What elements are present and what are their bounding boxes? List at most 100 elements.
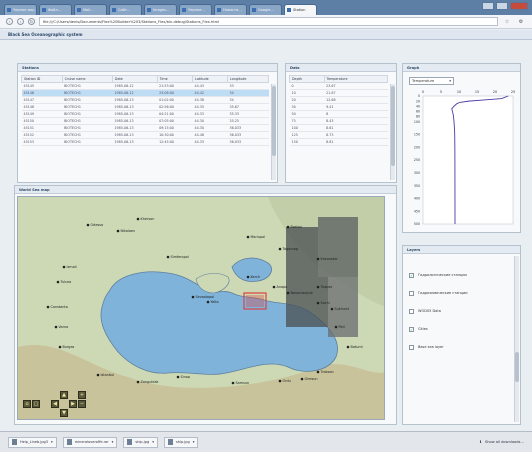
- browser-tab[interactable]: Черное…: [179, 4, 212, 15]
- pan-down-icon[interactable]: ▼: [60, 409, 68, 417]
- layer-checkbox[interactable]: [409, 290, 414, 296]
- data-row[interactable]: 150 8.81: [289, 138, 388, 146]
- browser-tab[interactable]: Station: [284, 4, 317, 15]
- layer-item[interactable]: WOD05 Data: [403, 302, 520, 320]
- data-row[interactable]: 0 23.67: [289, 82, 388, 90]
- data-column-header[interactable]: Depth: [289, 75, 325, 83]
- y-tick-label: 80: [416, 115, 420, 119]
- pan-right-icon[interactable]: ▶: [69, 400, 77, 408]
- parameter-select[interactable]: Temperature ▾: [409, 77, 454, 85]
- layer-checkbox[interactable]: ✓: [409, 272, 414, 278]
- wrench-icon[interactable]: ⚙: [516, 18, 526, 26]
- stations-column-header[interactable]: Latitude: [192, 75, 229, 83]
- station-cell: 45146: [21, 89, 63, 97]
- city-marker[interactable]: Simferopol: [166, 255, 189, 259]
- stations-column-header[interactable]: Cruise name: [61, 75, 113, 83]
- city-label: Varna: [59, 325, 69, 329]
- city-marker[interactable]: Krasnodar: [316, 257, 339, 261]
- chevron-down-icon[interactable]: ▾: [193, 440, 195, 444]
- city-marker[interactable]: Constanta: [46, 305, 68, 309]
- browser-tab[interactable]: Mail…: [74, 4, 107, 15]
- city-marker[interactable]: Sevastopol: [191, 295, 215, 299]
- city-marker[interactable]: Zonguldak: [136, 380, 159, 384]
- layer-checkbox[interactable]: [409, 308, 414, 314]
- pan-up-icon[interactable]: ▲: [60, 391, 68, 399]
- station-row[interactable]: 45150 BIOTECH1 1985-06-13 07:05:00 44.30 35.2…: [21, 117, 269, 125]
- city-marker[interactable]: Novorossiysk: [286, 291, 313, 295]
- station-row[interactable]: 45148 BIOTECH1 1985-06-13 02:56:00 44.35 35.6…: [21, 103, 269, 111]
- data-row[interactable]: 50 8: [289, 110, 388, 118]
- data-row[interactable]: 30 9.41: [289, 103, 388, 111]
- maximize-button[interactable]: [496, 2, 508, 10]
- zoom-out-icon[interactable]: −: [78, 400, 86, 408]
- minimize-button[interactable]: [482, 2, 494, 10]
- browser-tab[interactable]: Черное мор…: [4, 4, 37, 15]
- stations-column-header[interactable]: Time: [156, 75, 194, 83]
- data-row[interactable]: 10 21.87: [289, 89, 388, 97]
- browser-tab[interactable]: Новости…: [214, 4, 247, 15]
- browser-tab[interactable]: Google…: [249, 4, 282, 15]
- close-window-button[interactable]: [510, 2, 528, 10]
- layer-item[interactable]: ✓ Гидрологические станции: [403, 266, 520, 284]
- tab-favicon-icon: [287, 8, 291, 12]
- show-all-downloads-link[interactable]: ⬇ Show all downloads…: [479, 440, 524, 444]
- stations-column-header[interactable]: Station ID: [21, 75, 63, 83]
- star-icon[interactable]: ☆: [502, 18, 512, 26]
- pan-left-icon[interactable]: ◀: [51, 400, 59, 408]
- layers-scrollbar[interactable]: [514, 256, 519, 422]
- station-row[interactable]: 45147 BIOTECH1 1985-06-13 01:02:00 44.38 34: [21, 96, 269, 104]
- layers-panel-title: Layers: [403, 246, 520, 254]
- data-row[interactable]: 125 8.73: [289, 131, 388, 139]
- station-row[interactable]: 45146 BIOTECH1 1985-06-12 23:08:00 44.42 34: [21, 89, 269, 97]
- back-icon[interactable]: ‹: [6, 18, 13, 25]
- tab-label: Mail…: [83, 8, 94, 12]
- stations-scrollbar[interactable]: [271, 84, 276, 180]
- map-canvas[interactable]: Odessa Kherson Nikolaev Constanta Varna Burga…: [18, 197, 385, 420]
- download-item[interactable]: ship.jpg ▾: [123, 436, 158, 448]
- layer-checkbox[interactable]: ✓: [409, 326, 414, 332]
- browser-tab[interactable]: Файл…: [39, 4, 72, 15]
- reload-icon[interactable]: ↻: [28, 18, 35, 25]
- black-sea-map[interactable]: Odessa Kherson Nikolaev Constanta Varna Burga…: [17, 196, 385, 420]
- browser-tab[interactable]: Сайт…: [109, 4, 142, 15]
- city-label: Trabzon: [320, 370, 334, 374]
- zoom-extent-icon[interactable]: ⌂: [23, 400, 31, 408]
- data-row[interactable]: 100 8.61: [289, 124, 388, 132]
- file-icon: [127, 439, 133, 445]
- city-label: Sevastopol: [196, 295, 215, 299]
- data-scrollbar[interactable]: [390, 84, 395, 180]
- tab-label: Station: [293, 8, 306, 12]
- stations-column-header[interactable]: Date: [111, 75, 158, 83]
- zoom-in-icon[interactable]: +: [78, 391, 86, 399]
- station-cell: BIOTECH1: [62, 138, 113, 146]
- browser-tab[interactable]: Images…: [144, 4, 177, 15]
- city-label: Ordu: [283, 379, 291, 383]
- station-row[interactable]: 45152 BIOTECH1 1985-06-13 10:30:00 44.48 36.0…: [21, 131, 269, 139]
- layer-checkbox[interactable]: [409, 344, 414, 350]
- chevron-down-icon[interactable]: ▾: [152, 440, 154, 444]
- download-item[interactable]: mineraloveroffe.rar ▾: [62, 436, 118, 448]
- layer-item[interactable]: Гидрохимические станции: [403, 284, 520, 302]
- zoom-box-icon[interactable]: ▢: [32, 400, 40, 408]
- station-row[interactable]: 45153 BIOTECH1 1985-06-13 12:45:00 44.33 36.0…: [21, 138, 269, 146]
- tab-label: Файл…: [48, 8, 62, 12]
- stations-column-header[interactable]: Longitude: [227, 75, 269, 83]
- data-row[interactable]: 75 8.43: [289, 117, 388, 125]
- station-row[interactable]: 45149 BIOTECH1 1985-06-13 04:21:00 44.33 35.3…: [21, 110, 269, 118]
- city-marker[interactable]: Taganrog: [278, 247, 298, 251]
- url-input[interactable]: file:///C:/Users/denis/Documents/Flex%20…: [39, 17, 498, 26]
- data-row[interactable]: 20 12.68: [289, 96, 388, 104]
- data-panel-title: Data: [286, 64, 396, 72]
- layer-item[interactable]: ✓ Cities: [403, 320, 520, 338]
- download-item[interactable]: ship.jpg ▾: [163, 436, 199, 448]
- station-cell: 04:21:00: [157, 110, 193, 118]
- station-row[interactable]: 45151 BIOTECH1 1985-06-13 09:15:00 44.30 36.0…: [21, 124, 269, 132]
- station-row[interactable]: 45145 BIOTECH1 1985-06-12 21:53:00 44.43 33: [21, 82, 269, 90]
- layer-item[interactable]: Base sea layer: [403, 338, 520, 356]
- chevron-down-icon[interactable]: ▾: [51, 440, 53, 444]
- chevron-down-icon[interactable]: ▾: [112, 440, 114, 444]
- station-cell: 45153: [21, 138, 63, 146]
- data-column-header[interactable]: Temperature: [323, 75, 389, 83]
- forward-icon[interactable]: ›: [17, 18, 24, 25]
- download-item[interactable]: Help_Lineb.jpg3 ▾: [8, 436, 57, 448]
